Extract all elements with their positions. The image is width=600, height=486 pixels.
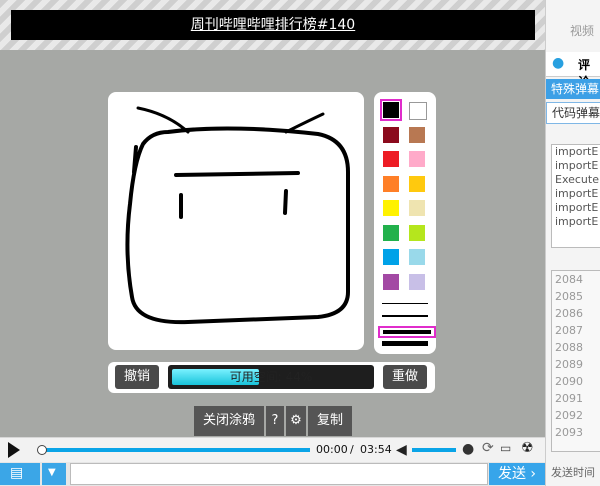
log-line: importE — [555, 159, 599, 172]
volume-icon[interactable]: ◀ — [396, 442, 407, 458]
color-swatch[interactable] — [409, 273, 425, 290]
line-number: 2087 — [555, 324, 583, 337]
playback-bar: 00:00 / 03:54 ◀ ● ⟳ ▭ ☢ — [0, 437, 545, 463]
line-width-sample — [383, 330, 431, 334]
line-number: 2085 — [555, 290, 583, 303]
chat-bubble-icon: ▤ — [10, 465, 24, 481]
seek-bar[interactable] — [38, 448, 310, 452]
line-number: 2089 — [555, 358, 583, 371]
title-strip: 周刊哔哩哔哩排行榜#140 — [0, 0, 545, 50]
settings-button[interactable]: ⚙ — [286, 406, 306, 436]
code-editor-gutter[interactable]: 2084 2085 2086 2087 2088 2089 2090 2091 … — [551, 270, 600, 452]
color-swatch[interactable] — [383, 126, 399, 143]
danmaku-options-button[interactable]: ▼ — [42, 463, 66, 485]
fullscreen-icon[interactable]: ☢ — [521, 440, 534, 456]
danmaku-style-button[interactable]: ▤ — [0, 463, 40, 485]
send-time-label: 发送时间 — [551, 466, 595, 479]
color-swatch[interactable] — [383, 200, 399, 216]
space-meter: 可用空间: 44% — [168, 365, 374, 389]
log-line: importE — [555, 187, 599, 200]
color-swatch[interactable] — [380, 99, 402, 121]
doodle-controls: 撤销 可用空间: 44% 重做 — [108, 362, 435, 393]
tab-video[interactable]: 视频 — [570, 22, 600, 39]
line-number: 2092 — [555, 409, 583, 422]
undo-button[interactable]: 撤销 — [115, 365, 159, 389]
color-swatch[interactable] — [383, 151, 399, 167]
seek-handle[interactable] — [37, 445, 47, 455]
drawing-canvas[interactable] — [108, 92, 364, 350]
line-number: 2084 — [555, 273, 583, 286]
log-line: Execute — [555, 173, 599, 186]
line-number: 2086 — [555, 307, 583, 320]
color-swatch[interactable] — [409, 151, 425, 167]
copy-button[interactable]: 复制 — [308, 406, 352, 436]
close-doodle-button[interactable]: 关闭涂鸦 — [194, 406, 264, 436]
video-player: 周刊哔哩哔哩排行榜#140 撤销 可用空间: 44% 重做 关闭涂鸦 ? ⚙ 复… — [0, 0, 545, 486]
color-swatch[interactable] — [383, 273, 399, 290]
line-number: 2091 — [555, 392, 583, 405]
log-line: importE — [555, 215, 599, 228]
comments-header: ● 评论 — [546, 52, 600, 89]
side-panel: 视频 ● 评论 特殊弹幕 代码弹幕 importE importE Execut… — [545, 0, 600, 486]
color-palette — [374, 92, 436, 354]
line-width-option-selected[interactable] — [378, 326, 436, 338]
loop-icon[interactable]: ⟳ — [482, 440, 494, 456]
color-swatch[interactable] — [409, 102, 427, 120]
danmaku-input[interactable] — [70, 463, 488, 485]
time-separator: / — [350, 443, 354, 456]
redo-button[interactable]: 重做 — [383, 365, 427, 389]
color-swatch[interactable] — [383, 175, 399, 192]
color-swatch[interactable] — [409, 126, 425, 143]
comment-bubble-icon: ● — [552, 55, 565, 71]
line-number: 2090 — [555, 375, 583, 388]
danmaku-send-row: ▤ ▼ 发送 › — [0, 462, 545, 486]
line-number: 2093 — [555, 426, 583, 439]
current-time: 00:00 — [316, 443, 348, 456]
chevron-down-icon: ▼ — [48, 467, 56, 478]
script-log: importE importE Execute importE importE … — [551, 144, 600, 248]
color-swatch[interactable] — [409, 224, 425, 241]
log-line: importE — [555, 201, 599, 214]
duration: 03:54 — [360, 443, 392, 456]
widescreen-icon[interactable]: ▭ — [500, 441, 511, 455]
space-meter-label: 可用空间: 44% — [229, 370, 313, 384]
help-button[interactable]: ? — [266, 406, 284, 436]
log-line: importE — [555, 145, 599, 158]
line-width-option[interactable] — [382, 341, 428, 346]
color-swatch[interactable] — [383, 249, 399, 265]
video-title[interactable]: 周刊哔哩哔哩排行榜#140 — [11, 10, 535, 40]
color-swatch[interactable] — [409, 175, 425, 192]
color-swatch[interactable] — [409, 249, 425, 265]
volume-slider[interactable] — [412, 448, 456, 452]
tab-code-danmaku[interactable]: 代码弹幕 — [546, 102, 600, 124]
color-swatch[interactable] — [409, 200, 425, 216]
play-icon[interactable] — [8, 442, 20, 458]
send-label: 发送 — [497, 466, 526, 482]
color-swatch[interactable] — [383, 224, 399, 241]
line-width-option[interactable] — [382, 315, 428, 317]
tab-special-danmaku[interactable]: 特殊弹幕 — [546, 79, 600, 99]
line-width-option[interactable] — [382, 303, 428, 304]
gear-icon: ⚙ — [290, 413, 302, 428]
comment-toggle-icon[interactable]: ● — [462, 441, 474, 457]
doodle-drawing — [125, 106, 350, 325]
chevron-right-icon: › — [525, 466, 537, 482]
send-button[interactable]: 发送 › — [489, 463, 545, 485]
line-number: 2088 — [555, 341, 583, 354]
